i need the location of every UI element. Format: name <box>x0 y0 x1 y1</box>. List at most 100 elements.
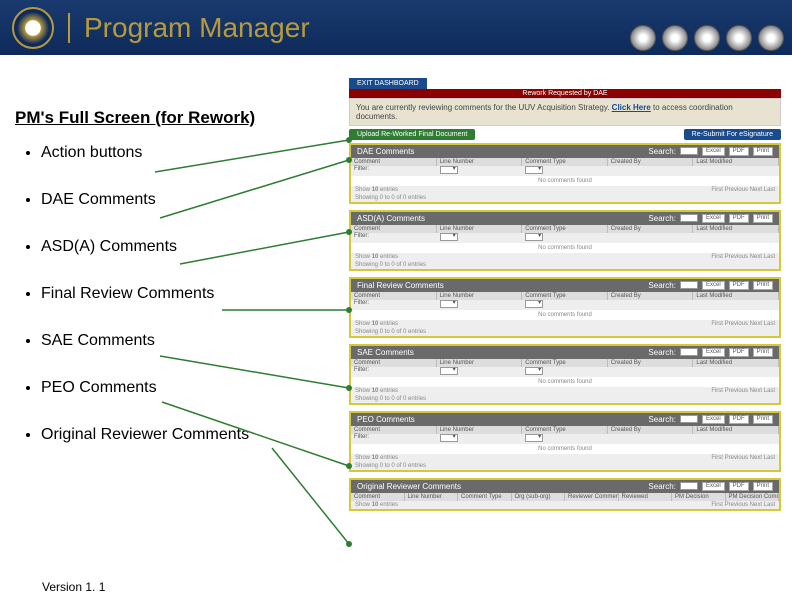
col-line[interactable]: Line Number <box>437 158 523 166</box>
upload-reworked-button[interactable]: Upload Re-Worked Final Document <box>349 129 475 140</box>
filter-label: Filter: <box>354 300 369 306</box>
slide-header: Program Manager <box>0 0 792 55</box>
pdf-button[interactable]: PDF <box>729 415 749 424</box>
filter-select[interactable] <box>440 166 458 174</box>
panel-title: SAE Comments <box>357 348 414 357</box>
search-input[interactable] <box>680 147 698 155</box>
excel-button[interactable]: Excel <box>702 415 725 424</box>
col-type[interactable]: Comment Type <box>458 493 512 501</box>
print-button[interactable]: Print <box>753 348 773 357</box>
search-label: Search: <box>648 214 676 223</box>
search-input[interactable] <box>680 214 698 222</box>
col-lastmod[interactable]: Last Modified <box>693 426 779 434</box>
bullet-dae: DAE Comments <box>41 191 345 209</box>
col-lastmod[interactable]: Last Modified <box>693 225 779 233</box>
panel-title: PEO Comments <box>357 415 415 424</box>
filter-select[interactable] <box>525 367 543 375</box>
col-line[interactable]: Line Number <box>437 359 523 367</box>
col-createdby[interactable]: Created By <box>608 158 694 166</box>
filter-select[interactable] <box>525 300 543 308</box>
col-lastmod[interactable]: Last Modified <box>693 158 779 166</box>
print-button[interactable]: Print <box>753 214 773 223</box>
show-pre: Show <box>355 388 370 394</box>
panel-original: Original Reviewer Comments Search:ExcelP… <box>349 478 781 511</box>
col-createdby[interactable]: Created By <box>608 426 694 434</box>
resubmit-button[interactable]: Re-Submit For eSignature <box>684 129 781 140</box>
show-pre: Show <box>355 321 370 327</box>
col-lastmod[interactable]: Last Modified <box>693 359 779 367</box>
excel-button[interactable]: Excel <box>702 214 725 223</box>
search-label: Search: <box>648 482 676 491</box>
col-type[interactable]: Comment Type <box>522 158 608 166</box>
pdf-button[interactable]: PDF <box>729 281 749 290</box>
col-line[interactable]: Line Number <box>437 225 523 233</box>
col-createdby[interactable]: Created By <box>608 225 694 233</box>
pdf-button[interactable]: PDF <box>729 147 749 156</box>
pdf-button[interactable]: PDF <box>729 214 749 223</box>
filter-select[interactable] <box>440 233 458 241</box>
panel-sae: SAE Comments Search: Excel PDF Print Commen… <box>349 344 781 405</box>
col-createdby[interactable]: Created By <box>608 292 694 300</box>
notice-pre: You are currently reviewing comments for… <box>356 103 612 112</box>
col-lastmod[interactable]: Last Modified <box>693 292 779 300</box>
excel-button[interactable]: Excel <box>702 281 725 290</box>
filter-select[interactable] <box>440 434 458 442</box>
pager-nav[interactable]: First Previous Next Last <box>711 502 775 508</box>
filter-select[interactable] <box>440 300 458 308</box>
search-input[interactable] <box>680 281 698 289</box>
col-comment[interactable]: Comment <box>351 225 437 233</box>
col-line[interactable]: Line Number <box>437 292 523 300</box>
show-n: 10 <box>372 321 379 327</box>
filter-select[interactable] <box>525 434 543 442</box>
show-pre: Show <box>355 254 370 260</box>
col-type[interactable]: Comment Type <box>522 225 608 233</box>
col-comment[interactable]: Comment <box>351 158 437 166</box>
show-post: entries <box>380 254 398 260</box>
col-comment[interactable]: Comment <box>351 426 437 434</box>
col-type[interactable]: Comment Type <box>522 359 608 367</box>
section-subtitle: PM's Full Screen (for Rework) <box>15 108 345 128</box>
filter-select[interactable] <box>525 166 543 174</box>
print-button[interactable]: Print <box>753 147 773 156</box>
filter-select[interactable] <box>440 367 458 375</box>
pdf-button[interactable]: PDF <box>729 482 749 491</box>
excel-button[interactable]: Excel <box>702 482 725 491</box>
exit-dashboard-tab[interactable]: EXIT DASHBOARD <box>349 78 427 89</box>
showing-text: Showing 0 to 0 of 0 entries <box>355 396 426 402</box>
click-here-link[interactable]: Click Here <box>612 103 651 112</box>
col-type[interactable]: Comment Type <box>522 426 608 434</box>
excel-button[interactable]: Excel <box>702 147 725 156</box>
search-input[interactable] <box>680 482 698 490</box>
filter-select[interactable] <box>525 233 543 241</box>
col-createdby[interactable]: Created By <box>608 359 694 367</box>
col-revcomment[interactable]: Reviewer Comment <box>565 493 619 501</box>
search-input[interactable] <box>680 348 698 356</box>
col-comment[interactable]: Comment <box>351 493 405 501</box>
col-pmdec[interactable]: PM Decision <box>672 493 726 501</box>
search-label: Search: <box>648 348 676 357</box>
showing-text: Showing 0 to 0 of 0 entries <box>355 463 426 469</box>
pager-nav[interactable]: First Previous Next Last <box>711 321 775 327</box>
print-button[interactable]: Print <box>753 281 773 290</box>
panel-asda: ASD(A) Comments Search:ExcelPDFPrint Com… <box>349 210 781 271</box>
show-n: 10 <box>372 187 379 193</box>
show-post: entries <box>380 187 398 193</box>
col-line[interactable]: Line Number <box>405 493 459 501</box>
pager-nav[interactable]: First Previous Next Last <box>711 254 775 260</box>
col-reviewed[interactable]: Reviewed <box>619 493 673 501</box>
col-line[interactable]: Line Number <box>437 426 523 434</box>
excel-button[interactable]: Excel <box>702 348 725 357</box>
col-pmdec-comment[interactable]: PM Decision Comment <box>726 493 780 501</box>
col-type[interactable]: Comment Type <box>522 292 608 300</box>
showing-text: Showing 0 to 0 of 0 entries <box>355 262 426 268</box>
pager-nav[interactable]: First Previous Next Last <box>711 187 775 193</box>
pdf-button[interactable]: PDF <box>729 348 749 357</box>
col-comment[interactable]: Comment <box>351 292 437 300</box>
pager-nav[interactable]: First Previous Next Last <box>711 455 775 461</box>
col-comment[interactable]: Comment <box>351 359 437 367</box>
print-button[interactable]: Print <box>753 482 773 491</box>
print-button[interactable]: Print <box>753 415 773 424</box>
col-org[interactable]: Org (sub-org) <box>512 493 566 501</box>
search-input[interactable] <box>680 415 698 423</box>
pager-nav[interactable]: First Previous Next Last <box>711 388 775 394</box>
